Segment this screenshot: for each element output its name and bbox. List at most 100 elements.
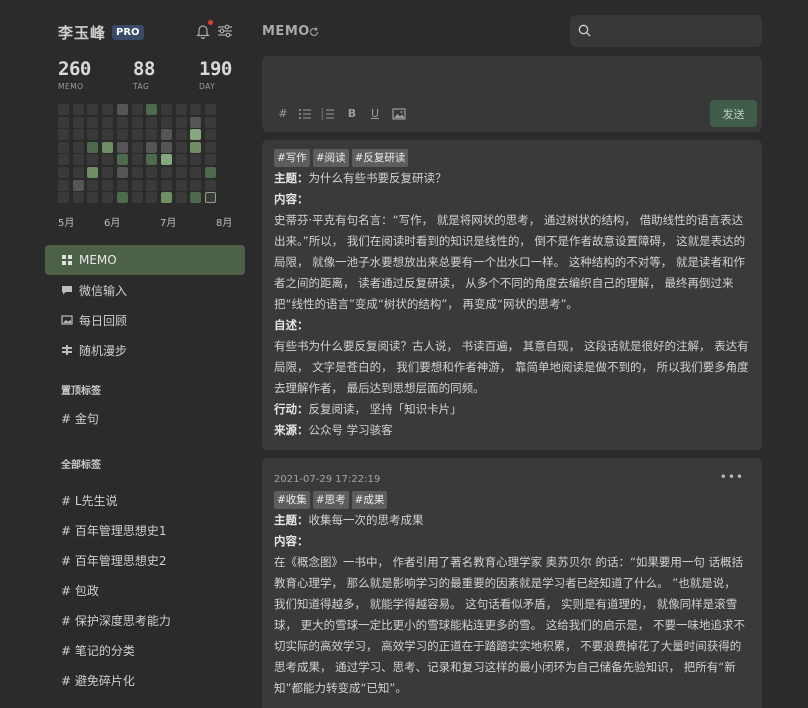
- memo-editor[interactable]: # 123 B U 发送: [262, 56, 762, 132]
- heatmap-cell[interactable]: [190, 129, 202, 141]
- tag-chip[interactable]: #成果: [351, 491, 388, 509]
- heatmap-cell[interactable]: [87, 116, 99, 128]
- heatmap-cell[interactable]: [175, 167, 187, 178]
- heatmap-cell[interactable]: [175, 141, 187, 153]
- heatmap-cell[interactable]: [102, 141, 114, 153]
- heatmap-cell[interactable]: [58, 104, 69, 115]
- image-icon[interactable]: [392, 107, 406, 121]
- heatmap-cell[interactable]: [116, 141, 128, 153]
- heatmap-cell[interactable]: [205, 167, 216, 178]
- tag-item[interactable]: # 金句: [61, 410, 99, 427]
- heatmap-cell[interactable]: [72, 129, 84, 141]
- heatmap-cell[interactable]: [58, 141, 69, 153]
- bold-button[interactable]: B: [345, 107, 359, 121]
- heatmap-cell[interactable]: [72, 116, 84, 128]
- nav-item-random-walk[interactable]: 随机漫步: [45, 335, 245, 365]
- send-button[interactable]: 发送: [710, 100, 757, 127]
- heatmap-cell[interactable]: [102, 104, 114, 115]
- heatmap-cell[interactable]: [116, 104, 128, 115]
- heatmap-cell[interactable]: [131, 104, 143, 115]
- heatmap-cell[interactable]: [102, 192, 114, 204]
- heatmap-cell[interactable]: [175, 104, 187, 115]
- numbered-list-icon[interactable]: 123: [321, 107, 335, 121]
- heatmap-cell[interactable]: [58, 116, 69, 128]
- heatmap-cell[interactable]: [131, 141, 143, 153]
- tag-chip[interactable]: #收集: [274, 491, 310, 509]
- heatmap-cell[interactable]: [175, 116, 187, 128]
- tag-chip[interactable]: #思考: [312, 491, 349, 509]
- refresh-icon[interactable]: [309, 27, 319, 37]
- heatmap-cell[interactable]: [205, 129, 216, 141]
- heatmap-cell[interactable]: [160, 192, 172, 204]
- heatmap-cell[interactable]: [87, 179, 99, 191]
- heatmap-cell[interactable]: [146, 192, 158, 204]
- heatmap-cell[interactable]: [146, 129, 158, 141]
- heatmap-cell[interactable]: [190, 167, 202, 178]
- heatmap-cell[interactable]: [146, 116, 158, 128]
- heatmap-cell[interactable]: [131, 179, 143, 191]
- heatmap-cell[interactable]: [205, 141, 216, 153]
- heatmap-cell[interactable]: [72, 179, 84, 191]
- heatmap-cell[interactable]: [116, 129, 128, 141]
- heatmap-cell[interactable]: [205, 154, 216, 166]
- heatmap-cell[interactable]: [87, 167, 99, 178]
- heatmap-cell[interactable]: [205, 179, 216, 191]
- heatmap-cell[interactable]: [146, 104, 158, 115]
- heatmap-cell[interactable]: [175, 192, 187, 204]
- user-name[interactable]: 李玉峰: [58, 22, 106, 43]
- heatmap-cell[interactable]: [131, 129, 143, 141]
- heatmap-cell[interactable]: [58, 179, 69, 191]
- heatmap-cell[interactable]: [190, 154, 202, 166]
- heatmap-cell[interactable]: [102, 129, 114, 141]
- underline-button[interactable]: U: [368, 107, 382, 121]
- bell-icon[interactable]: [196, 23, 210, 39]
- heatmap-cell[interactable]: [146, 167, 158, 178]
- heatmap-cell[interactable]: [190, 141, 202, 153]
- heatmap-cell[interactable]: [116, 116, 128, 128]
- heatmap-cell[interactable]: [87, 192, 99, 204]
- heatmap-cell[interactable]: [175, 154, 187, 166]
- heatmap-cell[interactable]: [72, 167, 84, 178]
- heatmap-cell[interactable]: [116, 192, 128, 204]
- heatmap-cell[interactable]: [58, 129, 69, 141]
- heatmap-cell[interactable]: [131, 154, 143, 166]
- nav-item-daily-review[interactable]: 每日回顾: [45, 305, 245, 335]
- heatmap-cell[interactable]: [116, 167, 128, 178]
- heatmap-cell[interactable]: [205, 104, 216, 115]
- heatmap-cell[interactable]: [190, 192, 202, 204]
- heatmap-cell[interactable]: [72, 154, 84, 166]
- heatmap-cell[interactable]: [190, 116, 202, 128]
- tag-item[interactable]: # 百年管理思想史2: [61, 552, 167, 569]
- nav-item-wechat[interactable]: 微信输入: [45, 275, 245, 305]
- heatmap-cell[interactable]: [160, 116, 172, 128]
- heatmap-cell[interactable]: [116, 179, 128, 191]
- heatmap-cell[interactable]: [205, 192, 216, 204]
- nav-item-memo[interactable]: MEMO: [45, 245, 245, 275]
- heatmap-cell[interactable]: [131, 116, 143, 128]
- tag-item[interactable]: # 笔记的分类: [61, 642, 135, 659]
- search-input[interactable]: [570, 15, 762, 47]
- heatmap-cell[interactable]: [175, 179, 187, 191]
- heatmap-cell[interactable]: [87, 154, 99, 166]
- heatmap-cell[interactable]: [87, 129, 99, 141]
- more-options-icon[interactable]: •••: [720, 470, 744, 484]
- tag-chip[interactable]: #反复研读: [351, 149, 409, 167]
- heatmap-cell[interactable]: [87, 141, 99, 153]
- heatmap-cell[interactable]: [72, 141, 84, 153]
- heatmap-cell[interactable]: [72, 104, 84, 115]
- heatmap-cell[interactable]: [190, 179, 202, 191]
- tag-item[interactable]: # 百年管理思想史1: [61, 522, 167, 539]
- heatmap-cell[interactable]: [58, 154, 69, 166]
- heatmap-cell[interactable]: [175, 129, 187, 141]
- heatmap-cell[interactable]: [102, 116, 114, 128]
- heatmap-cell[interactable]: [102, 179, 114, 191]
- heatmap-cell[interactable]: [146, 154, 158, 166]
- bullet-list-icon[interactable]: [298, 107, 312, 121]
- heatmap-cell[interactable]: [102, 154, 114, 166]
- heatmap-cell[interactable]: [131, 192, 143, 204]
- tag-item[interactable]: # 避免碎片化: [61, 672, 135, 689]
- heatmap-cell[interactable]: [160, 154, 172, 166]
- heatmap-cell[interactable]: [160, 179, 172, 191]
- heatmap-cell[interactable]: [146, 179, 158, 191]
- heatmap-cell[interactable]: [190, 104, 202, 115]
